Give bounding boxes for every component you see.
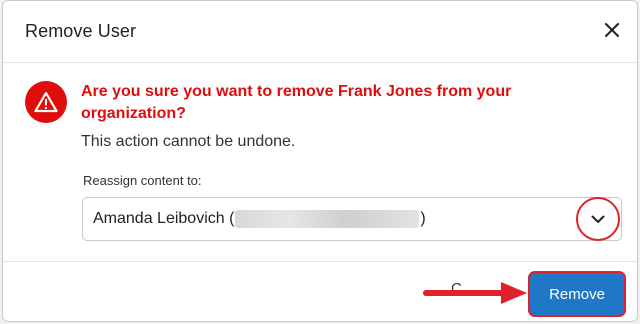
- selected-user-suffix: ): [420, 210, 426, 228]
- chevron-down-icon[interactable]: [576, 197, 620, 241]
- reassign-selected-value: Amanda Leibovich (): [93, 210, 426, 228]
- reassign-label: Reassign content to:: [83, 173, 202, 188]
- dialog-footer: C Remove: [3, 261, 637, 321]
- dialog-title: Remove User: [25, 21, 137, 41]
- reassign-select[interactable]: Amanda Leibovich (): [82, 197, 622, 241]
- dialog-body: Are you sure you want to remove Frank Jo…: [3, 63, 637, 261]
- arrow-annotation-icon: [421, 282, 529, 309]
- close-icon[interactable]: [599, 17, 625, 43]
- remove-user-dialog: Remove User Are you sure you want to rem…: [2, 0, 638, 322]
- redacted-email: [235, 210, 420, 228]
- warning-triangle-icon: [25, 81, 67, 123]
- warning-heading: Are you sure you want to remove Frank Jo…: [81, 83, 512, 122]
- warning-subtext: This action cannot be undone.: [81, 133, 296, 150]
- dialog-header: Remove User: [3, 1, 637, 63]
- remove-button[interactable]: Remove: [530, 273, 624, 315]
- selected-user-name: Amanda Leibovich (: [93, 210, 235, 228]
